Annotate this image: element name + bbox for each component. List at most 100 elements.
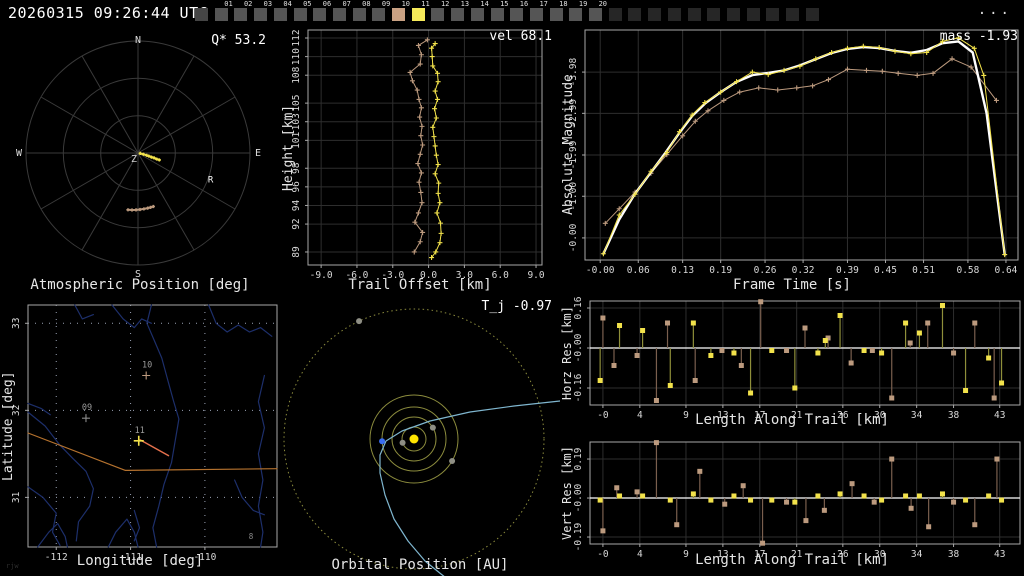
frame-box-extra[interactable] — [804, 0, 824, 25]
frame-box[interactable] — [726, 8, 740, 21]
frame-box[interactable] — [805, 8, 819, 21]
frame-box[interactable] — [234, 8, 248, 21]
frame-box-extra[interactable] — [784, 0, 804, 25]
frame-box-19[interactable]: 19 — [567, 0, 587, 25]
svg-text:-0.00: -0.00 — [573, 333, 584, 362]
svg-text:0.51: 0.51 — [912, 265, 935, 276]
frame-box[interactable] — [372, 8, 386, 21]
frame-box[interactable] — [293, 8, 307, 21]
frame-box-extra[interactable] — [686, 0, 706, 25]
frame-box-extra[interactable] — [626, 0, 646, 25]
frame-box[interactable] — [608, 8, 622, 21]
frame-box-01[interactable]: 01 — [213, 0, 233, 25]
svg-text:0.45: 0.45 — [874, 265, 897, 276]
frame-box[interactable] — [411, 8, 425, 21]
frame-box[interactable] — [786, 8, 799, 21]
magnitude-ylabel: Absolute Magnitude — [561, 74, 576, 216]
frame-box-extra[interactable] — [705, 0, 725, 25]
frame-box-08[interactable]: 08 — [351, 0, 371, 25]
frame-box-11[interactable]: 11 — [410, 0, 430, 25]
frame-box-12[interactable]: 12 — [429, 0, 449, 25]
frame-box-extra[interactable] — [764, 0, 784, 25]
frame-box[interactable] — [490, 8, 504, 21]
horizontal-residuals-panel: -0 4 9 13 17 21 26 30 34 38 43 0.16 -0.00 -0.16 Lengt… — [560, 295, 1024, 436]
frame-box[interactable] — [628, 8, 642, 21]
frame-box[interactable] — [589, 8, 602, 21]
svg-text:0.58: 0.58 — [956, 265, 979, 276]
svg-text:11: 11 — [135, 426, 145, 436]
frame-box[interactable] — [470, 8, 484, 21]
frame-box-07[interactable]: 07 — [331, 0, 351, 25]
frame-box-14[interactable]: 14 — [469, 0, 489, 25]
frame-box[interactable] — [549, 8, 563, 21]
watermark: rjw — [6, 562, 19, 570]
svg-text:-0.19: -0.19 — [573, 522, 584, 551]
velocity-value: vel 68.1 — [489, 29, 552, 44]
frame-box[interactable] — [648, 8, 662, 21]
svg-text:0.13: 0.13 — [671, 265, 694, 276]
light-curve-panel: -0.00 0.06 0.13 0.19 0.26 0.32 0.39 0.45 0.51 0.5… — [560, 25, 1024, 295]
mass-value: mass -1.93 — [939, 29, 1018, 44]
frame-box-extra[interactable] — [666, 0, 686, 25]
frame-box[interactable] — [195, 8, 208, 21]
frame-box[interactable] — [510, 8, 524, 21]
frame-box[interactable] — [214, 8, 228, 21]
horz-res-ylabel: Horz Res [km] — [560, 306, 574, 400]
frame-box-13[interactable]: 13 — [449, 0, 469, 25]
frame-box[interactable] — [529, 8, 543, 21]
svg-text:0.26: 0.26 — [754, 265, 777, 276]
frame-box-17[interactable]: 17 — [528, 0, 548, 25]
svg-text:-0.00: -0.00 — [573, 483, 584, 512]
horz-res-xlabel: Length Along Trail [km] — [695, 412, 889, 428]
frame-box-10[interactable]: 10 — [390, 0, 410, 25]
vert-res-xlabel: Length Along Trail [km] — [695, 552, 889, 568]
svg-text:0.32: 0.32 — [792, 265, 815, 276]
frame-box[interactable] — [707, 8, 721, 21]
frame-box[interactable] — [766, 8, 780, 21]
frame-box[interactable] — [569, 8, 583, 21]
q-star-value: Q* 53.2 — [211, 33, 266, 48]
svg-text:10: 10 — [142, 361, 152, 371]
frame-box-04[interactable]: 04 — [272, 0, 292, 25]
tisserand-value: T_j -0.97 — [481, 299, 552, 314]
svg-text:-0.00: -0.00 — [586, 265, 615, 276]
frame-box-15[interactable]: 15 — [489, 0, 509, 25]
frame-selector: 01 02 03 04 05 06 07 08 09 10 11 12 13 14 15 16 17 18 19 20 — [0, 0, 1024, 25]
frame-box-02[interactable]: 02 — [232, 0, 252, 25]
frame-box-18[interactable]: 18 — [548, 0, 568, 25]
frame-box[interactable] — [273, 8, 287, 21]
frame-box[interactable] — [313, 8, 327, 21]
frame-box[interactable] — [687, 8, 701, 21]
frame-box-09[interactable]: 09 — [370, 0, 390, 25]
frame-box[interactable] — [746, 8, 760, 21]
frame-box-lead[interactable] — [193, 0, 213, 25]
vertical-residuals-panel: -0 4 9 13 17 21 26 30 34 38 43 0.19 -0.00 -0.19 Lengt… — [560, 436, 1024, 576]
frame-box[interactable] — [254, 8, 268, 21]
svg-text:0.19: 0.19 — [573, 447, 584, 470]
orbit-plot-canvas — [283, 308, 560, 576]
frame-box[interactable] — [352, 8, 366, 21]
frame-box[interactable] — [667, 8, 681, 21]
frame-box-extra[interactable] — [725, 0, 745, 25]
orbital-position-panel: T_j -0.97 Orbital Position [AU] — [280, 295, 560, 576]
frame-box-06[interactable]: 06 — [311, 0, 331, 25]
frame-box[interactable] — [431, 8, 445, 21]
frame-box[interactable] — [451, 8, 465, 21]
frame-box[interactable] — [332, 8, 346, 21]
frame-box-05[interactable]: 05 — [292, 0, 312, 25]
frame-box-extra[interactable] — [607, 0, 627, 25]
frame-box-03[interactable]: 03 — [252, 0, 272, 25]
frame-time-xlabel: Frame Time [s] — [732, 277, 851, 293]
overflow-menu[interactable]: ... — [978, 2, 1012, 18]
height-ylabel: Height [km] — [281, 104, 296, 191]
frame-box-16[interactable]: 16 — [508, 0, 528, 25]
frame-box-20[interactable]: 20 — [587, 0, 607, 25]
frame-box[interactable] — [392, 8, 405, 21]
trail-offset-plot-canvas: -9.0 -6.0 -3.0 0.0 3.0 6.0 9.08992949698101103… — [291, 29, 545, 281]
frame-box-extra[interactable] — [745, 0, 765, 25]
svg-text:W: W — [16, 148, 23, 159]
atmospheric-position-panel: NSWEZR Q* 53.2 Atmospheric Position [deg… — [0, 25, 280, 295]
latitude-ylabel: Latitude [deg] — [1, 371, 16, 481]
ground-map-panel: 09 10 11 8 -112 -111 -110 31 32 33 Longitude [deg… — [0, 295, 280, 576]
frame-box-extra[interactable] — [646, 0, 666, 25]
